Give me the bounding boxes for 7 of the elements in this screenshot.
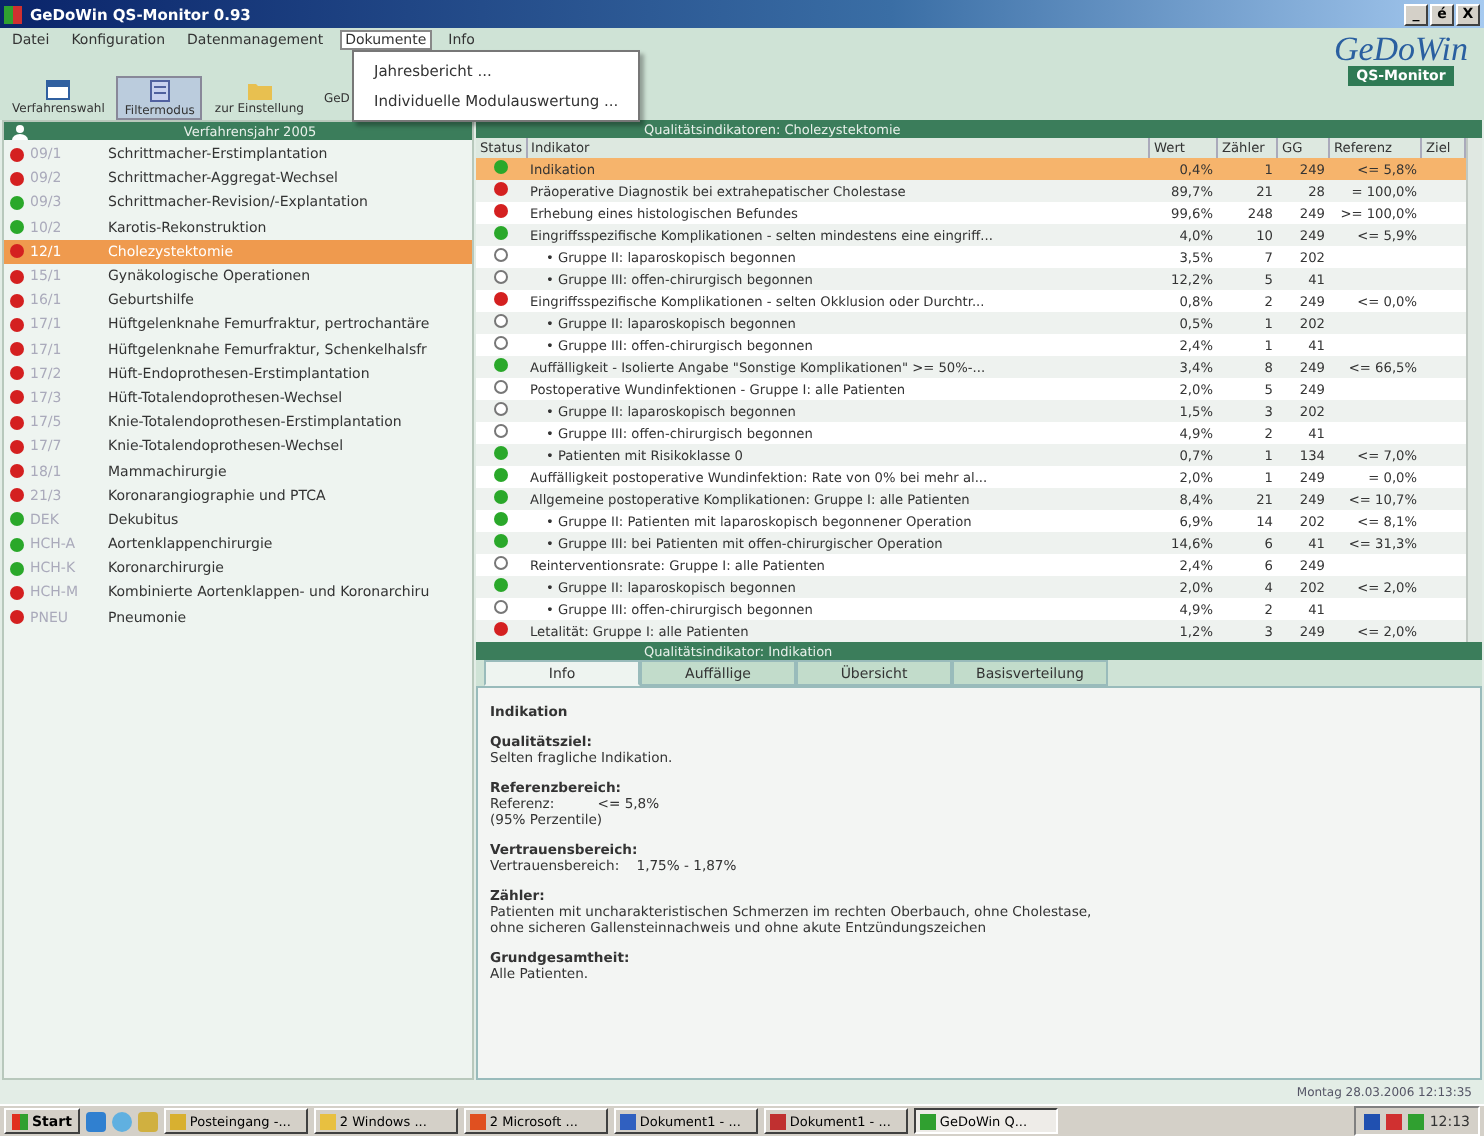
folder-icon: [247, 80, 272, 100]
calendar-icon: [46, 80, 71, 100]
empty-status-icon: [494, 600, 508, 614]
empty-status-icon: [494, 556, 508, 570]
person-icon: [12, 123, 28, 139]
document-icon: [149, 79, 170, 101]
scrollbar[interactable]: [1466, 138, 1482, 642]
